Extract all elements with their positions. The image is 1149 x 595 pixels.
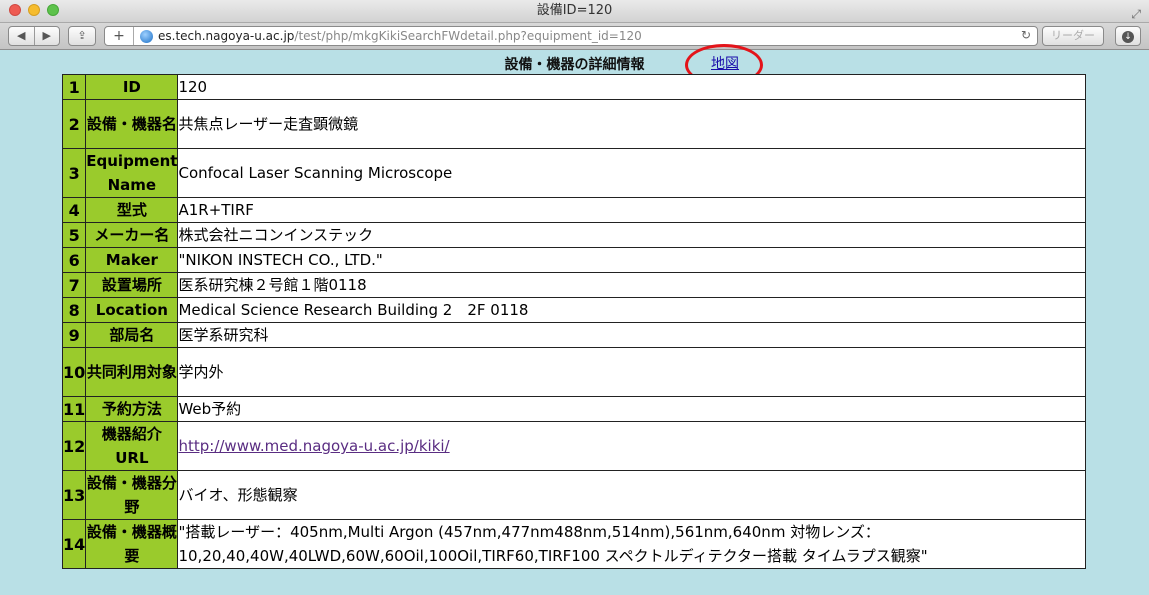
row-number: 7 [61,272,87,298]
row-value: Medical Science Research Building 2 2F 0… [177,297,1086,323]
window-title: 設備ID=120 [536,3,613,18]
url-host: es.tech.nagoya-u.ac.jp [158,29,295,43]
row-number: 6 [61,247,87,273]
row-value: 120 [177,74,1086,100]
row-value: http://www.med.nagoya-u.ac.jp/kiki/ [177,421,1086,471]
row-value: A1R+TIRF [177,197,1086,223]
row-label: Location [85,297,179,323]
row-label: メーカー名 [85,222,179,248]
share-button[interactable]: ⇪ [68,26,96,46]
row-value: 医系研究棟２号館１階0118 [177,272,1086,298]
download-icon: ↓ [1122,31,1134,43]
table-row: 10 共同利用対象 学内外 [61,347,1086,397]
reload-icon[interactable]: ↻ [1021,28,1031,42]
row-label: 機器紹介URL [85,421,179,471]
share-icon: ⇪ [77,29,87,42]
row-value: Web予約 [177,396,1086,422]
table-row: 13 設備・機器分野 バイオ、形態観察 [61,470,1086,520]
window-titlebar: 設備ID=120 ⤢ [0,0,1149,23]
table-row: 11 予約方法 Web予約 [61,396,1086,422]
history-nav-group: ◀ ▶ [8,26,60,46]
row-value: 株式会社ニコンインステック [177,222,1086,248]
row-value: 共焦点レーザー走査顕微鏡 [177,99,1086,149]
row-label: 型式 [85,197,179,223]
forward-button[interactable]: ▶ [35,27,60,45]
table-row: 1 ID 120 [61,74,1086,100]
row-number: 1 [61,74,87,100]
row-label: Maker [85,247,179,273]
row-number: 10 [61,347,87,397]
row-number: 14 [61,519,87,569]
close-window-button[interactable] [9,4,21,16]
row-number: 4 [61,197,87,223]
fullscreen-icon[interactable]: ⤢ [1131,3,1141,25]
minimize-window-button[interactable] [28,4,40,16]
row-number: 11 [61,396,87,422]
zoom-window-button[interactable] [47,4,59,16]
row-number: 5 [61,222,87,248]
row-number: 8 [61,297,87,323]
equipment-detail-table: 1 ID 120 2 設備・機器名 共焦点レーザー走査顕微鏡 3 Equipme… [61,74,1086,569]
table-row: 5 メーカー名 株式会社ニコンインステック [61,222,1086,248]
page-heading: 設備・機器の詳細情報 [504,57,645,73]
row-value: "NIKON INSTECH CO., LTD." [177,247,1086,273]
row-label: 設備・機器概要 [85,519,179,569]
row-value: "搭載レーザー：405nm,Multi Argon (457nm,477nm48… [177,519,1086,569]
add-bookmark-button[interactable]: + [105,27,134,45]
table-row: 3 Equipment Name Confocal Laser Scanning… [61,148,1086,198]
table-row: 6 Maker "NIKON INSTECH CO., LTD." [61,247,1086,273]
table-row: 7 設置場所 医系研究棟２号館１階0118 [61,272,1086,298]
globe-icon [140,29,153,43]
row-value: バイオ、形態観察 [177,470,1086,520]
row-label: Equipment Name [85,148,179,198]
row-value: 医学系研究科 [177,322,1086,348]
table-row: 14 設備・機器概要 "搭載レーザー：405nm,Multi Argon (45… [61,519,1086,569]
table-row: 12 機器紹介URL http://www.med.nagoya-u.ac.jp… [61,421,1086,471]
url-path: /test/php/mkgKikiSearchFWdetail.php?equi… [294,29,642,43]
address-bar[interactable]: + es.tech.nagoya-u.ac.jp /test/php/mkgKi… [104,26,1038,46]
row-label: ID [85,74,179,100]
row-number: 2 [61,99,87,149]
row-label: 共同利用対象 [85,347,179,397]
table-row: 8 Location Medical Science Research Buil… [61,297,1086,323]
window-controls [9,4,59,16]
row-value: Confocal Laser Scanning Microscope [177,148,1086,198]
row-label: 設置場所 [85,272,179,298]
reader-button[interactable]: リーダー [1042,26,1104,46]
row-number: 13 [61,470,87,520]
row-label: 設備・機器名 [85,99,179,149]
row-value: 学内外 [177,347,1086,397]
back-button[interactable]: ◀ [9,27,35,45]
row-label: 設備・機器分野 [85,470,179,520]
row-number: 12 [61,421,87,471]
table-row: 2 設備・機器名 共焦点レーザー走査顕微鏡 [61,99,1086,149]
downloads-button[interactable]: ↓ [1115,26,1141,46]
row-number: 3 [61,148,87,198]
row-label: 部局名 [85,322,179,348]
table-row: 4 型式 A1R+TIRF [61,197,1086,223]
table-row: 9 部局名 医学系研究科 [61,322,1086,348]
row-label: 予約方法 [85,396,179,422]
browser-toolbar: ◀ ▶ ⇪ + es.tech.nagoya-u.ac.jp /test/php… [0,23,1149,50]
equipment-url-link[interactable]: http://www.med.nagoya-u.ac.jp/kiki/ [178,437,449,455]
row-number: 9 [61,322,87,348]
page-content: 設備・機器の詳細情報 地図 1 ID 120 2 設備・機器名 共焦点レーザー走… [0,44,1149,595]
